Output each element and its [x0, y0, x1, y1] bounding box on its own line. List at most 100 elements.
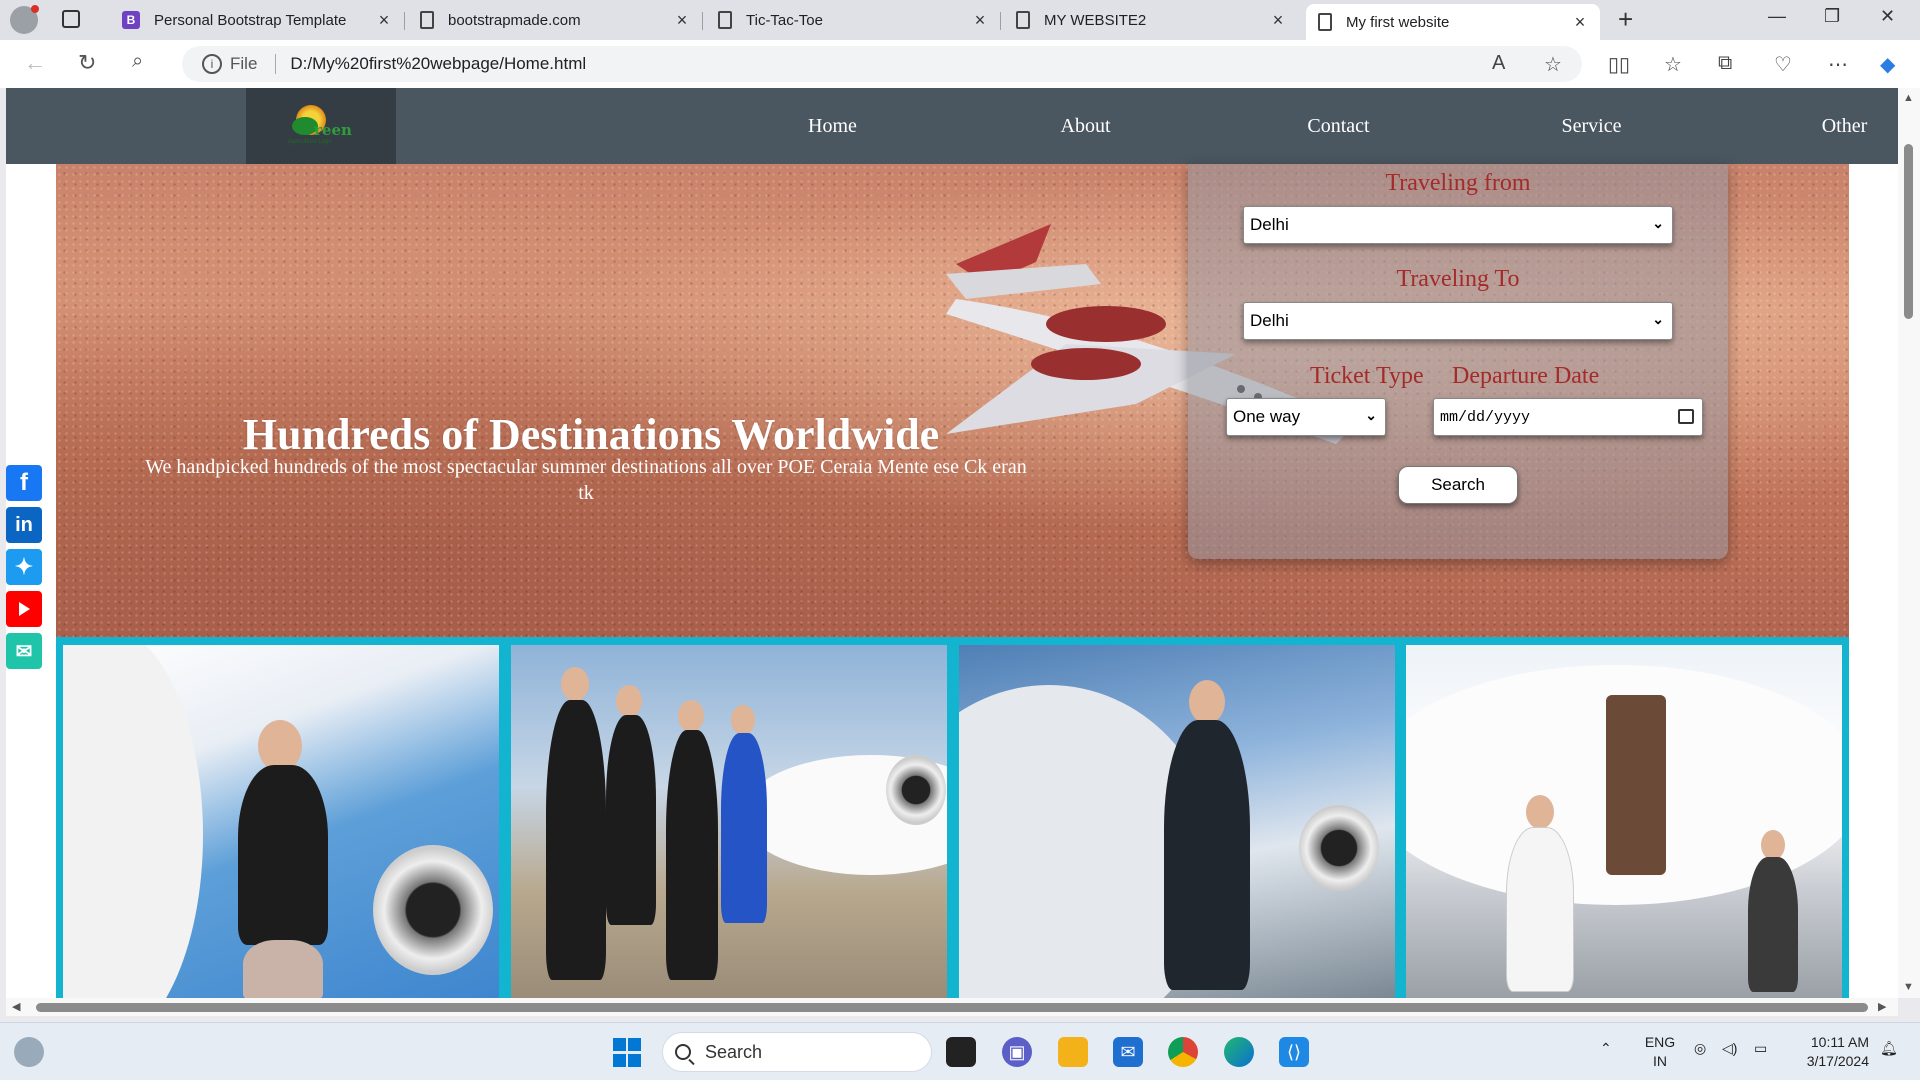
read-aloud-icon[interactable]: A — [1492, 52, 1505, 75]
favorites-icon[interactable]: ☆ — [1664, 52, 1682, 77]
refresh-icon[interactable]: ↻ — [78, 50, 96, 76]
jet-engine-shape — [886, 755, 946, 825]
jet-engine-shape — [1299, 805, 1379, 891]
taskbar-search[interactable]: Search — [662, 1032, 932, 1072]
tab-title: My first website — [1346, 13, 1450, 31]
close-window-icon[interactable]: ✕ — [1880, 6, 1895, 27]
vertical-scrollbar[interactable]: ▲ ▼ — [1898, 88, 1920, 998]
bootstrap-icon: B — [122, 11, 140, 29]
search-icon[interactable]: ⌕ — [132, 50, 143, 73]
hero-subtitle: We handpicked hundreds of the most spect… — [145, 456, 1027, 504]
person-head — [1526, 795, 1554, 829]
pilot-figure — [1506, 827, 1574, 992]
tab-actions-icon[interactable] — [62, 10, 80, 28]
notifications-icon[interactable]: 🔔︎ — [1880, 1039, 1898, 1058]
edge-icon[interactable] — [1224, 1037, 1254, 1067]
close-tab-icon[interactable]: × — [674, 10, 690, 31]
profile-avatar[interactable] — [10, 5, 39, 34]
tab-separator — [1000, 12, 1001, 30]
scroll-left-icon[interactable]: ◀ — [12, 1000, 20, 1013]
url-text[interactable]: D:/My%20first%20webpage/Home.html — [290, 54, 586, 74]
back-icon[interactable]: ← — [24, 50, 46, 76]
mail-app-icon[interactable]: ✉ — [1113, 1037, 1143, 1067]
nav-service[interactable]: Service — [1465, 88, 1718, 164]
person-figure — [666, 730, 718, 980]
vscode-icon[interactable]: ⟨⟩ — [1279, 1037, 1309, 1067]
youtube-icon[interactable] — [6, 591, 42, 627]
notification-dot — [31, 5, 39, 13]
favorite-star-icon[interactable]: ☆ — [1544, 52, 1562, 77]
start-menu-icon[interactable] — [612, 1037, 642, 1067]
system-clock[interactable]: 10:11 AM 3/17/2024 — [1795, 1033, 1869, 1071]
tab-bootstrapmade[interactable]: bootstrapmade.com × — [408, 4, 703, 36]
scroll-thumb[interactable] — [36, 1003, 1868, 1012]
site-info-icon[interactable]: i — [202, 54, 222, 74]
shield-doc-icon — [420, 11, 434, 29]
close-tab-icon[interactable]: × — [376, 10, 392, 31]
scroll-down-icon[interactable]: ▼ — [1903, 981, 1914, 993]
mail-icon[interactable]: ✉ — [6, 633, 42, 669]
close-tab-icon[interactable]: × — [1572, 12, 1588, 33]
linkedin-icon[interactable]: in — [6, 507, 42, 543]
close-tab-icon[interactable]: × — [1270, 10, 1286, 31]
file-explorer-icon[interactable] — [1058, 1037, 1088, 1067]
logo-text: reen — [314, 121, 352, 139]
language-indicator[interactable]: ENG IN — [1642, 1033, 1678, 1071]
tab-my-first-website[interactable]: My first website × — [1306, 4, 1600, 40]
volume-icon[interactable]: ◁) — [1722, 1039, 1737, 1058]
split-screen-icon[interactable]: ▯▯ — [1608, 52, 1630, 77]
tray-overflow-icon[interactable]: ⌃ — [1600, 1039, 1612, 1058]
tab-tic-tac-toe[interactable]: Tic-Tac-Toe × — [706, 4, 1001, 36]
nav-home[interactable]: Home — [706, 88, 959, 164]
tab-my-website2[interactable]: MY WEBSITE2 × — [1004, 4, 1298, 36]
facebook-icon[interactable]: f — [6, 465, 42, 501]
chevron-down-icon: ⌄ — [1652, 311, 1664, 327]
chrome-icon[interactable] — [1168, 1037, 1198, 1067]
person-figure — [1164, 720, 1250, 990]
traveling-from-select[interactable]: Delhi ⌄ — [1243, 206, 1673, 244]
weather-icon[interactable] — [14, 1037, 44, 1067]
crew-figure — [1748, 857, 1798, 992]
scroll-right-icon[interactable]: ▶ — [1878, 1000, 1886, 1013]
teams-icon[interactable]: ▣ — [1002, 1037, 1032, 1067]
calendar-icon[interactable] — [1678, 409, 1694, 424]
scroll-up-icon[interactable]: ▲ — [1903, 92, 1914, 104]
nav-other[interactable]: Other — [1718, 88, 1898, 164]
site-navbar: reen Agriculture Logo Home About Contact… — [6, 88, 1898, 164]
nav-contact[interactable]: Contact — [1212, 88, 1465, 164]
nav-about[interactable]: About — [959, 88, 1212, 164]
social-bar: f in ✦ ✉ — [6, 465, 42, 675]
gallery-image-businessman-stairs — [959, 645, 1395, 998]
chevron-down-icon: ⌄ — [1652, 215, 1664, 231]
ticket-type-select[interactable]: One way ⌄ — [1226, 398, 1386, 436]
search-button[interactable]: Search — [1398, 466, 1518, 504]
gallery-image-pilot-and-crew — [1406, 645, 1842, 998]
search-icon — [675, 1044, 691, 1060]
close-tab-icon[interactable]: × — [972, 10, 988, 31]
restore-icon[interactable]: ❐ — [1824, 6, 1840, 27]
tab-personal-bootstrap[interactable]: B Personal Bootstrap Template × — [110, 4, 405, 36]
minimize-icon[interactable]: — — [1768, 6, 1786, 27]
more-menu-icon[interactable]: ⋯ — [1828, 52, 1848, 77]
copilot-icon[interactable]: ◆ — [1880, 52, 1895, 77]
person-legs — [243, 940, 323, 998]
network-icon[interactable]: ◎ — [1694, 1039, 1706, 1058]
browser-essentials-icon[interactable]: ♡ — [1774, 52, 1792, 77]
jet-engine-shape — [373, 845, 493, 975]
site-logo[interactable]: reen Agriculture Logo — [246, 88, 396, 164]
horizontal-scrollbar[interactable]: ◀ ▶ — [6, 998, 1898, 1016]
document-icon — [718, 11, 732, 29]
collections-icon[interactable]: ⧉ — [1718, 52, 1732, 75]
tab-title: Personal Bootstrap Template — [154, 11, 347, 29]
address-toolbar: ← ↻ ⌕ i File D:/My%20first%20webpage/Hom… — [0, 40, 1920, 88]
scroll-thumb[interactable] — [1904, 144, 1913, 319]
person-head — [1189, 680, 1225, 724]
address-bar[interactable]: i File D:/My%20first%20webpage/Home.html — [182, 46, 1582, 82]
language-code: ENG — [1644, 1034, 1676, 1050]
task-view-icon[interactable] — [946, 1037, 976, 1067]
twitter-icon[interactable]: ✦ — [6, 549, 42, 585]
new-tab-icon[interactable]: + — [1618, 4, 1633, 35]
battery-icon[interactable]: ▭ — [1754, 1039, 1767, 1058]
traveling-to-select[interactable]: Delhi ⌄ — [1243, 302, 1673, 340]
departure-date-input[interactable]: mm/dd/yyyy — [1433, 398, 1703, 436]
